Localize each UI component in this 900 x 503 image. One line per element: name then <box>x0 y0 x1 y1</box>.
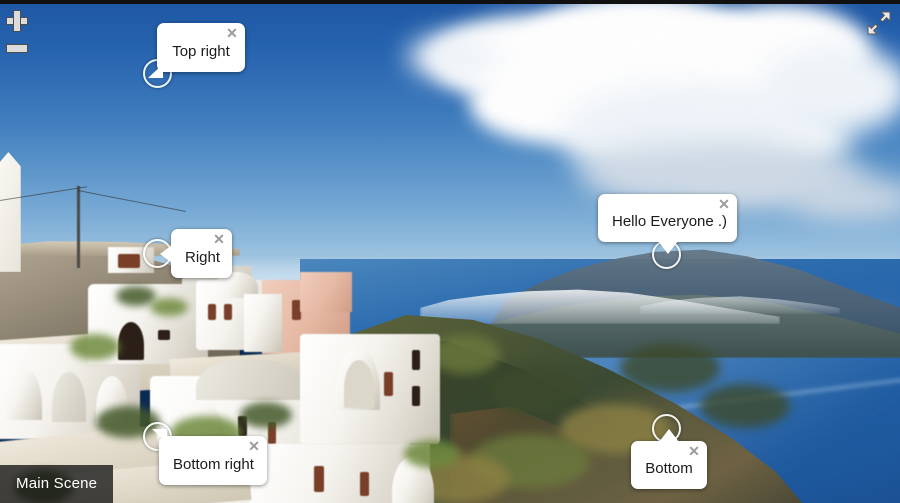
tooltip-tail <box>657 241 678 254</box>
tooltip-close-icon[interactable]: ✕ <box>717 197 731 211</box>
tooltip-tail <box>148 64 163 78</box>
utility-pole <box>77 186 80 268</box>
fullscreen-button[interactable] <box>866 10 892 36</box>
zoom-in-button[interactable] <box>6 10 28 32</box>
tooltip-label: Right <box>185 248 221 266</box>
scrub <box>430 334 500 374</box>
tooltip-tail <box>160 244 172 263</box>
foliage <box>404 440 460 468</box>
window <box>314 466 324 492</box>
tooltip-close-icon[interactable]: ✕ <box>247 439 261 453</box>
tooltip-label: Hello Everyone .) <box>612 213 728 230</box>
tooltip-close-icon[interactable]: ✕ <box>212 232 226 246</box>
window <box>158 330 170 340</box>
scrub <box>490 364 580 416</box>
window <box>412 350 420 370</box>
zoom-out-button[interactable] <box>6 40 28 62</box>
tooltip-bottom[interactable]: Bottom ✕ <box>631 429 707 489</box>
window <box>360 472 369 496</box>
foliage <box>150 298 188 316</box>
tooltip-hello-everyone[interactable]: Hello Everyone .) ✕ <box>598 194 737 254</box>
tooltip-label: Bottom <box>645 460 693 477</box>
building-roof <box>196 360 306 400</box>
plus-icon-center <box>14 18 20 24</box>
cloud <box>408 34 498 79</box>
foliage <box>240 402 292 428</box>
doorway <box>118 322 144 360</box>
scrub <box>700 384 790 428</box>
building <box>244 294 282 352</box>
tooltip-label: Top right <box>172 42 230 60</box>
fullscreen-icon <box>867 11 891 35</box>
foliage <box>116 286 156 306</box>
scrub <box>620 344 720 392</box>
tooltip-bottom-right[interactable]: Bottom right ✕ <box>152 429 267 485</box>
tooltip-right[interactable]: Right ✕ <box>160 229 232 278</box>
cloud <box>760 44 900 134</box>
panorama-viewer[interactable]: Main Scene Top right ✕ Hello Everyone .)… <box>0 0 900 503</box>
window <box>118 254 140 268</box>
minus-icon <box>6 44 28 53</box>
tooltip-tail <box>659 429 679 442</box>
building-pink <box>300 272 352 312</box>
panorama-image[interactable] <box>0 4 900 503</box>
tooltip-close-icon[interactable]: ✕ <box>225 26 239 40</box>
tooltip-top-right[interactable]: Top right ✕ <box>148 23 245 78</box>
window <box>224 304 232 320</box>
window <box>384 372 393 396</box>
zoom-controls[interactable] <box>6 10 30 70</box>
tooltip-tail <box>152 429 167 443</box>
tooltip-close-icon[interactable]: ✕ <box>687 444 701 458</box>
window <box>208 304 216 320</box>
scene-label: Main Scene <box>0 465 114 503</box>
foliage <box>70 334 120 360</box>
tooltip-label: Bottom right <box>173 455 254 473</box>
window <box>412 386 420 406</box>
